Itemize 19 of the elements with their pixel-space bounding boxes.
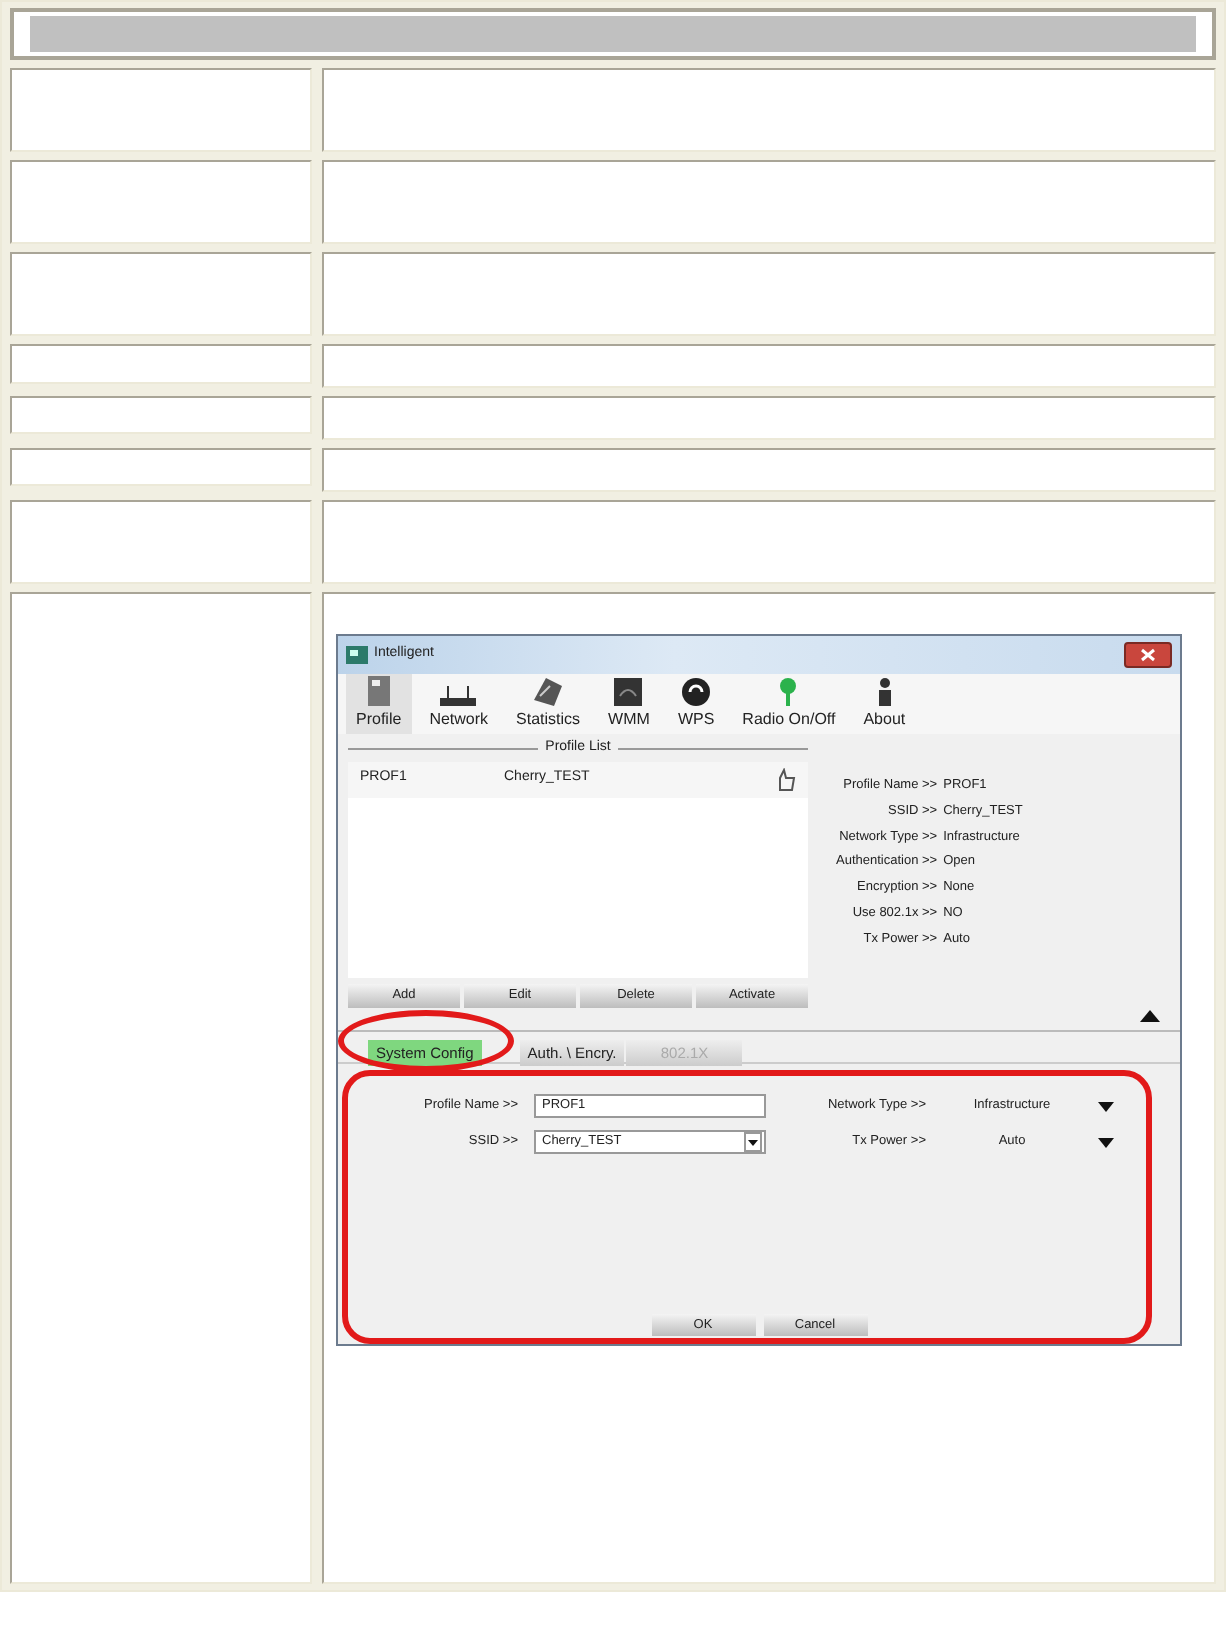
close-button[interactable] [1124,642,1172,668]
dropdown-arrow-icon [1098,1137,1114,1147]
dropdown-arrow-icon [1098,1101,1114,1111]
collapse-arrow-icon[interactable] [1140,1010,1160,1022]
toolbar-tab[interactable]: WMM [598,674,660,734]
wmm-icon [614,678,643,706]
router-icon [440,680,477,706]
notebook-icon [534,678,563,706]
toolbar-tab[interactable]: WPS [667,674,725,734]
toolbar-tab[interactable]: Network [419,674,499,734]
toolbar-tab[interactable]: Profile [346,674,412,734]
app-icon [346,646,368,664]
toolbar-tab[interactable]: About [853,674,916,734]
toolbar-tab[interactable]: Radio On/Off [732,674,846,734]
document-icon [367,676,390,706]
antenna-icon [780,678,797,706]
close-icon [1140,648,1156,662]
info-icon [877,678,892,706]
toolbar-tab[interactable]: Statistics [506,674,591,734]
